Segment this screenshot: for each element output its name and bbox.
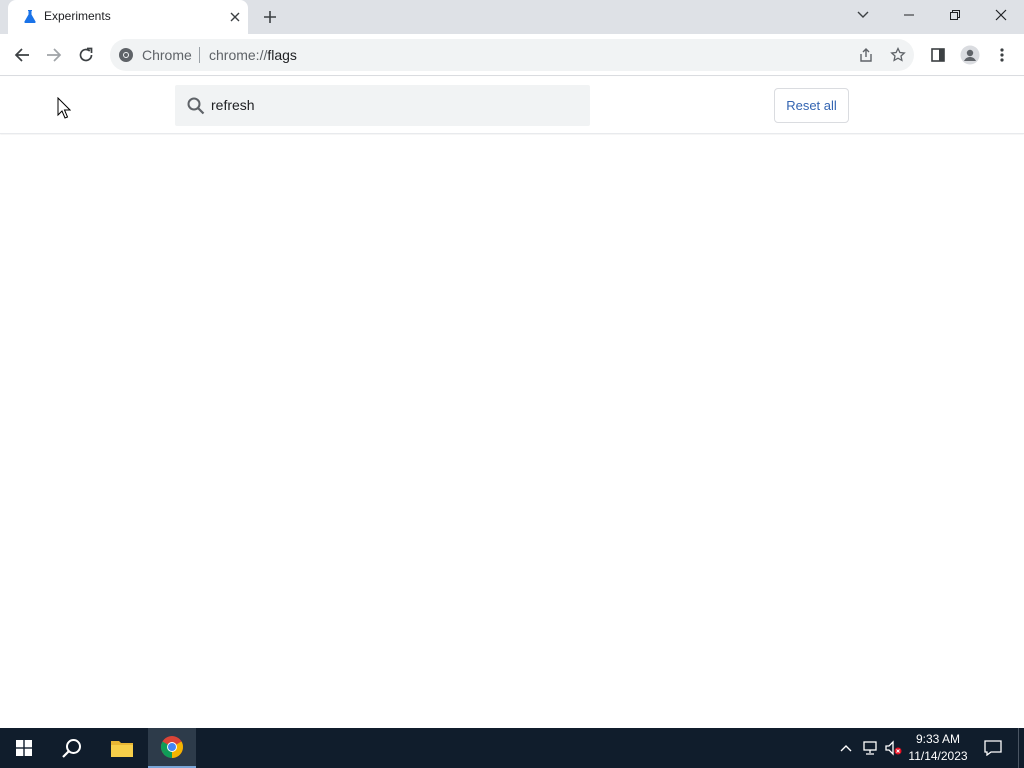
new-tab-button[interactable] xyxy=(258,5,282,29)
omnibox[interactable]: Chrome chrome://flags xyxy=(110,39,914,71)
network-icon[interactable] xyxy=(860,738,880,758)
reload-button[interactable] xyxy=(72,41,100,69)
search-box[interactable] xyxy=(175,85,590,126)
chevron-down-icon xyxy=(857,11,869,18)
file-explorer-button[interactable] xyxy=(98,728,146,768)
mouse-cursor-icon xyxy=(57,97,71,119)
tab-strip: Experiments xyxy=(0,0,1024,34)
star-icon[interactable] xyxy=(886,43,910,67)
avatar-icon xyxy=(960,45,980,65)
share-icon[interactable] xyxy=(854,43,878,67)
clock-date: 11/14/2023 xyxy=(908,749,968,763)
search-flags-input[interactable] xyxy=(211,93,581,117)
search-icon xyxy=(187,97,205,115)
taskbar-search-button[interactable] xyxy=(48,728,96,768)
arrow-left-icon xyxy=(14,48,29,62)
kebab-menu-icon xyxy=(1000,48,1004,62)
flags-results-area xyxy=(0,135,1024,728)
browser-toolbar: Chrome chrome://flags xyxy=(0,34,1024,76)
arrow-right-icon xyxy=(47,48,62,62)
taskbar: 9:33 AM 11/14/2023 xyxy=(0,728,1024,768)
screen: Experiments Chrome chrome://flags refres… xyxy=(0,0,1024,768)
url-host: flags xyxy=(267,47,297,63)
close-window-button[interactable] xyxy=(978,0,1024,30)
chrome-logo-icon xyxy=(119,48,133,62)
minimize-button[interactable] xyxy=(886,0,932,30)
reload-icon xyxy=(79,47,93,62)
tab-search-button[interactable] xyxy=(840,0,886,30)
omnibox-divider xyxy=(199,47,200,63)
start-button[interactable] xyxy=(0,728,48,768)
folder-icon xyxy=(111,741,133,757)
chevron-up-icon[interactable] xyxy=(836,738,856,758)
close-icon[interactable] xyxy=(226,8,244,26)
clock-time: 9:33 AM xyxy=(915,732,961,746)
search-icon xyxy=(62,739,81,758)
system-clock[interactable]: 9:33 AM 11/14/2023 xyxy=(904,731,972,765)
plus-icon xyxy=(264,11,276,23)
url-scheme: chrome:// xyxy=(209,47,268,63)
menu-button[interactable] xyxy=(988,41,1016,69)
side-panel-icon xyxy=(931,48,945,62)
tab-experiments[interactable]: Experiments xyxy=(8,0,248,34)
omnibox-url[interactable]: chrome://flags xyxy=(209,47,297,63)
restore-icon xyxy=(950,10,960,20)
action-center-button[interactable] xyxy=(978,728,1008,768)
tab-title: Experiments xyxy=(44,9,111,23)
volume-muted-icon[interactable] xyxy=(884,738,904,758)
chrome-logo-icon xyxy=(161,736,183,758)
flags-header: Reset all xyxy=(0,77,1024,134)
side-panel-button[interactable] xyxy=(924,41,952,69)
close-icon xyxy=(995,9,1007,21)
minimize-icon xyxy=(904,14,914,16)
restore-button[interactable] xyxy=(932,0,978,30)
windows-logo-icon xyxy=(16,740,32,756)
chrome-taskbar-button[interactable] xyxy=(148,728,196,768)
notification-icon xyxy=(984,740,1002,756)
show-desktop-button[interactable] xyxy=(1018,728,1024,768)
omnibox-chip: Chrome xyxy=(142,47,192,63)
profile-button[interactable] xyxy=(956,41,984,69)
back-button[interactable] xyxy=(8,41,36,69)
flask-icon xyxy=(22,8,38,24)
forward-button[interactable] xyxy=(40,41,68,69)
reset-all-button[interactable]: Reset all xyxy=(774,88,849,123)
